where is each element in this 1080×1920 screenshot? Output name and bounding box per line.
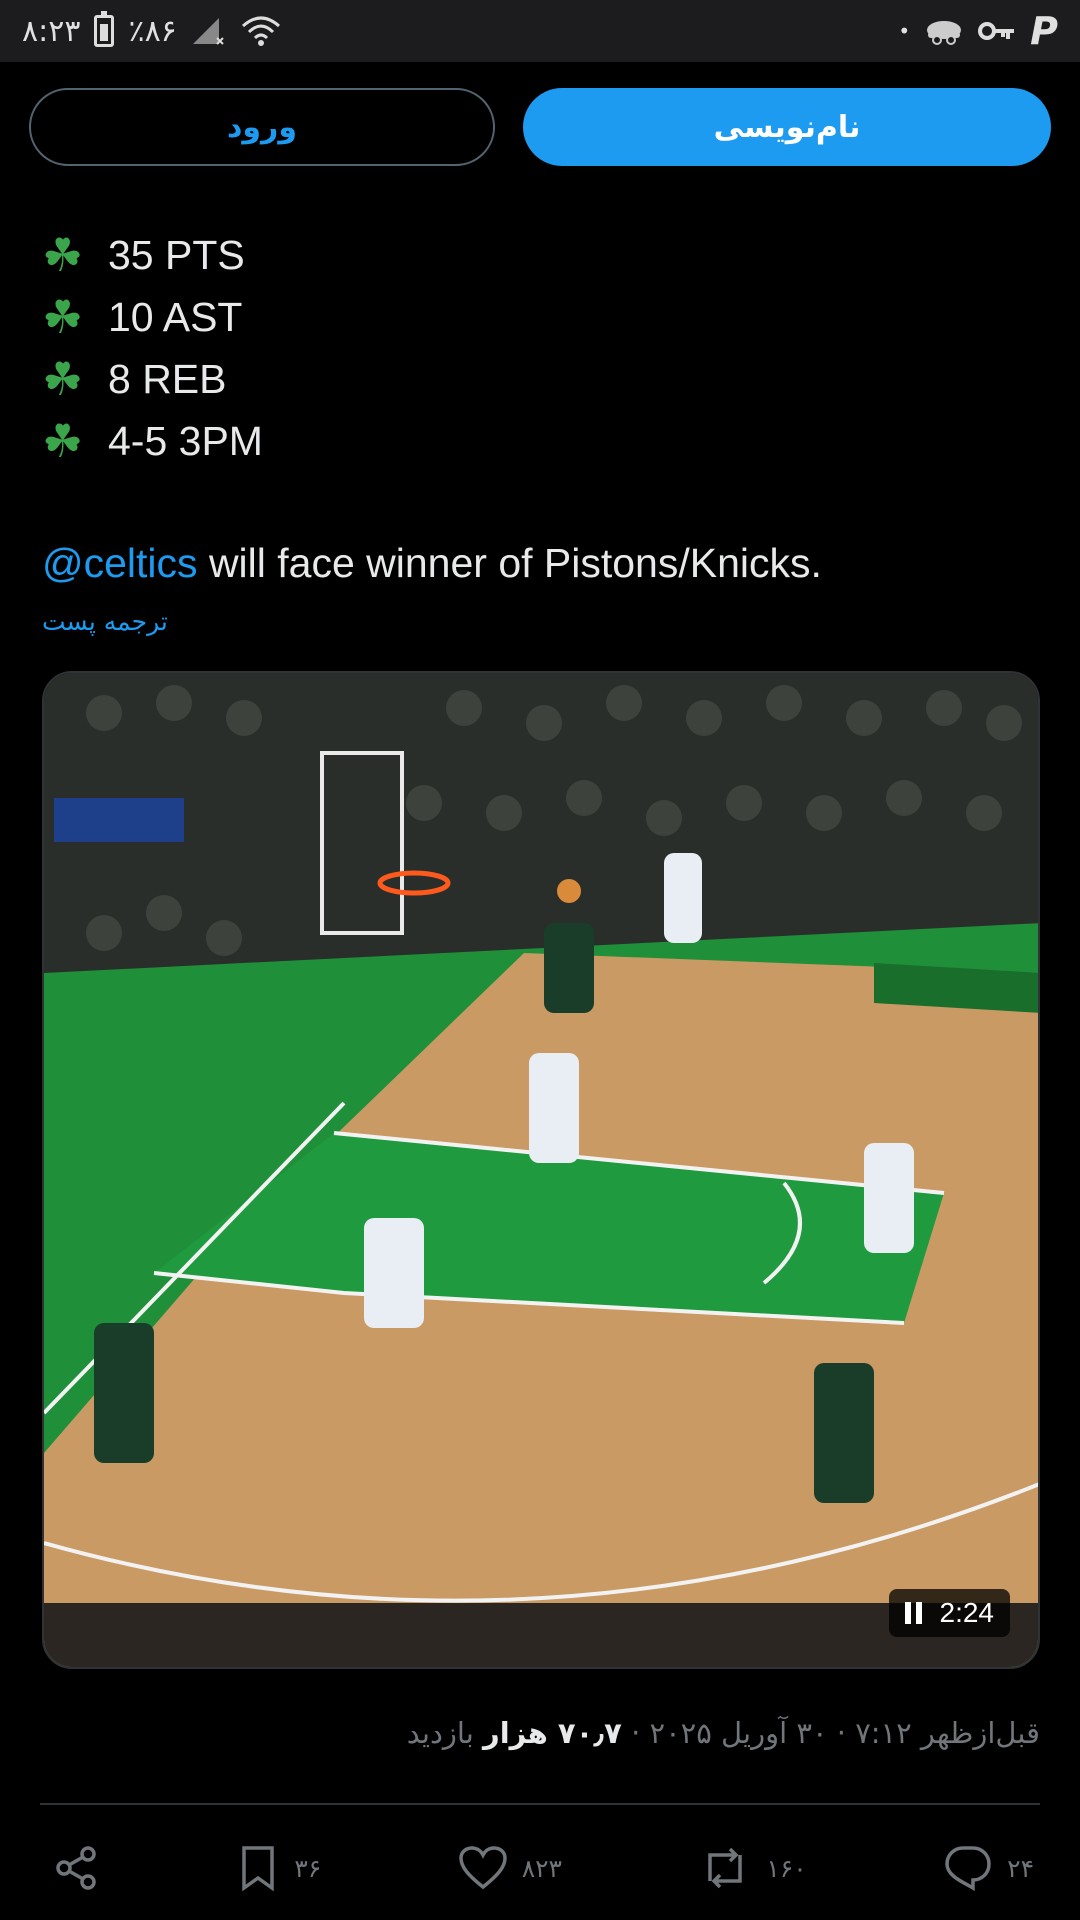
bookmark-count: ۳۶ <box>294 1853 322 1883</box>
status-time: ۸:۲۳ <box>22 13 81 49</box>
bookmark-button[interactable]: ۳۶ <box>236 1844 321 1892</box>
shamrock-icon: ☘ <box>42 352 84 406</box>
share-icon <box>56 1846 96 1890</box>
stat-line: ☘ 10 AST <box>42 286 1042 348</box>
views-label: بازدید <box>406 1716 484 1750</box>
stat-line: ☘ 4-5 3PM <box>42 410 1042 472</box>
wifi-icon <box>239 14 283 48</box>
login-button[interactable]: ورود <box>29 88 495 166</box>
timestamp[interactable]: قبل‌ازظهر ۷:۱۲ · ۳۰ آوریل ۲۰۲۵ · <box>622 1716 1040 1750</box>
shamrock-icon: ☘ <box>42 228 84 282</box>
battery-icon <box>94 11 115 47</box>
video-frame <box>44 673 1038 1667</box>
stat-text: 8 REB <box>108 355 227 402</box>
reply-icon <box>945 1846 991 1892</box>
key-icon <box>978 19 1016 43</box>
divider <box>40 1803 1040 1805</box>
app-p-icon: P <box>1030 9 1058 53</box>
video-controls: 2:24 <box>888 1589 1010 1637</box>
action-bar: ۳۶ ۸۲۳ ۱۶۰ ۲۴ <box>52 1838 1034 1898</box>
notification-dot: • <box>898 19 911 43</box>
signup-button[interactable]: نام‌نویسی <box>523 88 1051 166</box>
bookmark-icon <box>242 1846 275 1892</box>
like-count: ۸۲۳ <box>521 1853 562 1883</box>
views-count: ۷۰٫۷ هزار <box>483 1716 622 1750</box>
stat-text: 10 AST <box>108 293 243 340</box>
repost-icon <box>708 1847 743 1889</box>
like-button[interactable]: ۸۲۳ <box>458 1845 562 1891</box>
pause-icon[interactable] <box>904 1602 922 1624</box>
stat-text: 4-5 3PM <box>108 417 263 464</box>
status-left: ۸:۲۳ ٪۸۶ <box>22 11 283 49</box>
status-right: • P <box>898 9 1058 53</box>
stat-line: ☘ 35 PTS <box>42 224 1042 286</box>
video-duration: 2:24 <box>939 1597 995 1628</box>
mention-link[interactable]: @celtics <box>42 540 198 587</box>
tweet-text: ☘ 35 PTS ☘ 10 AST ☘ 8 REB ☘ 4-5 3PM @celtics… <box>42 224 1042 594</box>
reply-button[interactable]: ۲۴ <box>943 1844 1034 1892</box>
battery-percent: ٪۸۶ <box>128 13 177 49</box>
sentence-text: will face winner of Pistons/Knicks. <box>197 539 822 586</box>
stat-line: ☘ 8 REB <box>42 348 1042 410</box>
tweet-meta: قبل‌ازظهر ۷:۱۲ · ۳۰ آوریل ۲۰۲۵ · ۷۰٫۷ هز… <box>407 1716 1040 1750</box>
shamrock-icon: ☘ <box>42 290 84 344</box>
cell-signal-icon <box>191 16 225 46</box>
reply-count: ۲۴ <box>1007 1853 1034 1883</box>
tweet-sentence: @celtics will face winner of Pistons/Kni… <box>42 532 1042 594</box>
stat-text: 35 PTS <box>108 231 245 278</box>
status-bar: ۸:۲۳ ٪۸۶ • P <box>0 0 1080 62</box>
repost-button[interactable]: ۱۶۰ <box>698 1845 807 1891</box>
shamrock-icon: ☘ <box>42 414 84 468</box>
translate-post-link[interactable]: ترجمه پست <box>42 607 168 636</box>
incognito-icon <box>924 16 964 46</box>
video-player[interactable]: 2:24 <box>42 671 1040 1669</box>
share-button[interactable] <box>52 1844 100 1892</box>
repost-count: ۱۶۰ <box>766 1853 807 1883</box>
heart-icon <box>458 1846 507 1890</box>
auth-bar: نام‌نویسی ورود <box>29 88 1051 166</box>
